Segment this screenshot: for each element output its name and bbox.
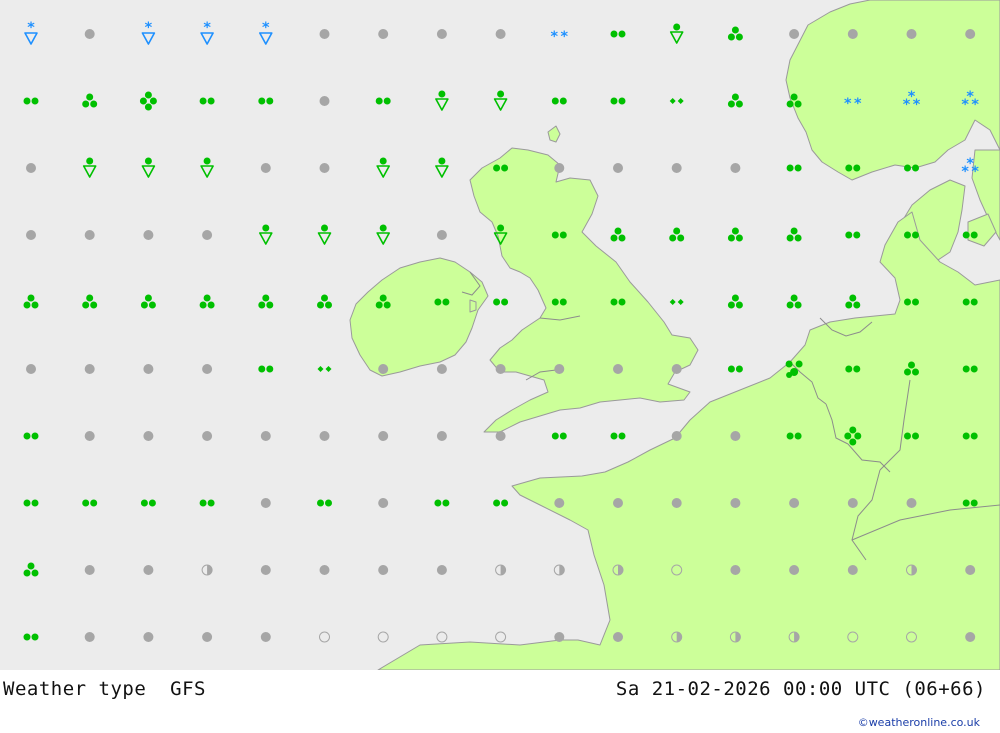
weather-symbol-cloudy-dot xyxy=(84,565,95,575)
weather-symbol-cloudy-dot xyxy=(789,29,800,39)
svg-text:*: * xyxy=(913,97,921,113)
weather-symbol-cloudy-dot xyxy=(554,632,565,642)
weather-symbol-cloudy-dot xyxy=(965,565,976,575)
weather-symbol-cloudy-dot xyxy=(378,431,389,441)
weather-symbol-cloudy-dot xyxy=(436,565,447,575)
svg-text:*: * xyxy=(961,97,969,113)
svg-text:*: * xyxy=(971,164,979,180)
weather-symbol-cloudy-dot xyxy=(260,431,271,441)
map-title: Weather type GFS xyxy=(3,678,206,700)
weather-symbol-cloudy-dot xyxy=(143,632,154,642)
model-name: GFS xyxy=(170,678,206,700)
weather-symbol-cloudy-dot xyxy=(84,431,95,441)
weather-symbol-cloudy-dot xyxy=(789,565,800,575)
weather-symbol-cloudy-dot xyxy=(554,364,565,374)
weather-symbol-cloudy-dot xyxy=(378,565,389,575)
weather-symbol-cloudy-dot xyxy=(260,632,271,642)
weather-symbol-cloudy-dot xyxy=(730,565,741,575)
svg-text:*: * xyxy=(971,97,979,113)
weather-symbol-cloudy-dot xyxy=(84,632,95,642)
svg-text:*: * xyxy=(854,96,862,112)
weather-symbol-cloudy-dot xyxy=(671,498,682,508)
weather-symbol-cloudy-dot xyxy=(26,163,36,173)
weather-symbol-cloudy-dot xyxy=(260,565,271,575)
weather-symbol-cloudy-dot xyxy=(84,29,95,39)
weather-symbol-cloudy-dot xyxy=(319,29,330,39)
svg-text:*: * xyxy=(551,29,559,45)
weather-symbol-cloudy-dot xyxy=(84,230,95,240)
weather-symbol-cloudy-dot xyxy=(730,163,741,173)
weather-symbol-cloudy-dot xyxy=(495,364,506,374)
weather-symbol-cloudy-dot xyxy=(202,230,213,240)
weather-symbol-cloudy-dot xyxy=(26,364,36,374)
isle-of-man xyxy=(469,299,477,313)
weather-symbol-cloudy-dot xyxy=(202,364,213,374)
svg-text:*: * xyxy=(561,29,569,45)
weather-symbol-cloudy-dot xyxy=(730,498,741,508)
weather-symbol-cloudy-dot xyxy=(319,565,330,575)
weather-map[interactable]: * * * * * * * * * * * * * * * * * xyxy=(0,0,1000,670)
weather-symbol-cloudy-dot xyxy=(906,29,917,39)
weather-symbol-cloudy-dot xyxy=(436,29,447,39)
weather-symbol-cloudy-dot xyxy=(671,364,682,374)
weather-symbol-cloudy-dot xyxy=(613,632,623,642)
weather-symbol-cloudy-dot xyxy=(847,29,858,39)
weather-symbol-cloudy-dot xyxy=(495,29,506,39)
weather-symbol-cloudy-dot xyxy=(319,96,330,106)
weather-symbol-cloudy-dot xyxy=(202,431,213,441)
weather-symbol-cloudy-dot xyxy=(202,632,213,642)
weather-symbol-cloudy-dot xyxy=(378,498,389,508)
weather-symbol-cloudy-dot xyxy=(260,163,271,173)
weather-symbol-cloudy-dot xyxy=(319,163,330,173)
svg-text:*: * xyxy=(961,164,969,180)
weather-symbol-cloudy-dot xyxy=(613,498,623,508)
svg-text:*: * xyxy=(844,96,852,112)
website-credit[interactable]: ©weatheronline.co.uk xyxy=(858,716,980,729)
weather-symbol-cloudy-dot xyxy=(143,364,154,374)
weather-symbol-cloudy-dot xyxy=(847,565,858,575)
weather-symbol-cloudy-dot xyxy=(436,364,447,374)
weather-symbol-cloudy-dot xyxy=(378,29,389,39)
weather-symbol-cloudy-dot xyxy=(554,163,565,173)
weather-symbol-cloudy-dot xyxy=(789,498,800,508)
weather-symbol-cloudy-dot xyxy=(260,498,271,508)
weather-symbol-cloudy-dot xyxy=(378,364,389,374)
weather-symbol-cloudy-dot xyxy=(906,498,917,508)
weather-symbol-cloudy-dot xyxy=(613,364,623,374)
weather-symbol-cloudy-dot xyxy=(436,431,447,441)
weather-symbol-cloudy-dot xyxy=(143,230,154,240)
weather-symbol-cloudy-dot xyxy=(84,364,95,374)
weather-symbol-cloudy-dot xyxy=(613,163,623,173)
svg-text:*: * xyxy=(903,97,911,113)
weather-symbol-cloudy-dot xyxy=(143,431,154,441)
forecast-datetime: Sa 21-02-2026 00:00 UTC (06+66) xyxy=(615,678,986,700)
weather-symbol-cloudy-dot xyxy=(143,565,154,575)
weather-symbol-cloudy-dot xyxy=(671,163,682,173)
weather-symbol-cloudy-dot xyxy=(671,431,682,441)
weather-symbol-cloudy-dot xyxy=(495,431,506,441)
weather-symbol-cloudy-dot xyxy=(847,498,858,508)
weather-symbol-cloudy-dot xyxy=(26,230,36,240)
weather-symbol-cloudy-dot xyxy=(319,431,330,441)
map-title-text: Weather type xyxy=(3,678,147,700)
weather-symbol-cloudy-dot xyxy=(730,431,741,441)
weather-symbol-cloudy-dot xyxy=(965,29,976,39)
weather-symbol-cloudy-dot xyxy=(436,230,447,240)
weather-symbol-cloudy-dot xyxy=(965,632,976,642)
weather-symbol-cloudy-dot xyxy=(554,498,565,508)
